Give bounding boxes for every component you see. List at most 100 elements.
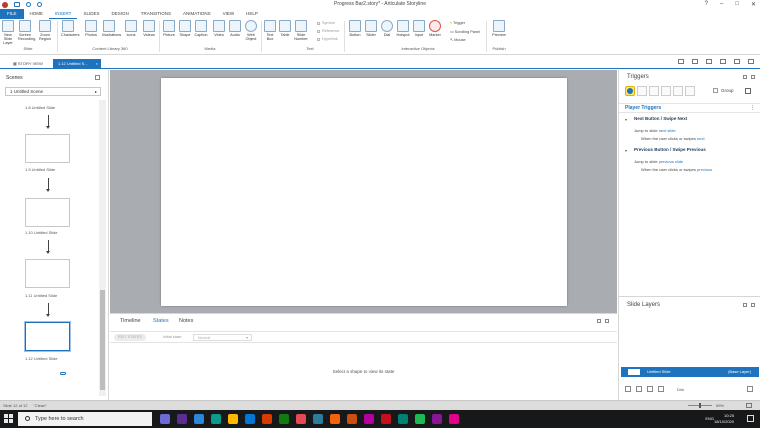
notifications-icon[interactable] bbox=[747, 415, 754, 422]
icons-button[interactable]: Icons bbox=[124, 20, 138, 37]
base-layer-row[interactable]: Untitled Slide (Base Layer) bbox=[621, 367, 759, 377]
layer-settings-icon[interactable] bbox=[747, 386, 753, 392]
minimize-button[interactable]: – bbox=[720, 1, 723, 8]
slide-thumbnail[interactable] bbox=[25, 259, 70, 288]
trigger-action[interactable]: Jump to slide previous slide bbox=[634, 159, 683, 164]
layout-icon[interactable] bbox=[678, 59, 684, 64]
taskbar-app-icon[interactable] bbox=[211, 414, 221, 424]
tab-insert[interactable]: INSERT bbox=[49, 9, 78, 19]
windows-start-icon[interactable] bbox=[4, 414, 13, 423]
taskbar-app-icon[interactable] bbox=[194, 414, 204, 424]
slide-canvas[interactable] bbox=[161, 78, 567, 306]
trigger-title[interactable]: Previous Button / Swipe Previous bbox=[634, 147, 706, 152]
taskbar-app-icon[interactable] bbox=[228, 414, 238, 424]
fullscreen-icon[interactable] bbox=[748, 59, 754, 64]
audio-button[interactable]: Audio bbox=[228, 20, 242, 37]
edit-states-button[interactable]: EDIT STATES bbox=[114, 334, 146, 341]
eye-icon[interactable] bbox=[658, 386, 664, 392]
hotspot-button[interactable]: Hotspot bbox=[396, 20, 410, 37]
panel-pin-icon[interactable] bbox=[95, 75, 100, 80]
symbol-button[interactable]: Symbol bbox=[317, 21, 335, 25]
mouse-button[interactable]: ↖ Mouse bbox=[450, 37, 466, 42]
tab-file[interactable]: FILE bbox=[0, 9, 24, 19]
maximize-button[interactable]: □ bbox=[735, 1, 739, 8]
restore-panel-icon[interactable] bbox=[597, 319, 601, 323]
collapse-icon[interactable]: ▾ bbox=[625, 117, 627, 122]
tab-view[interactable]: VIEW bbox=[217, 9, 241, 19]
zoom-slider[interactable] bbox=[688, 403, 712, 408]
taskbar-app-icon[interactable] bbox=[160, 414, 170, 424]
taskbar-app-icon[interactable] bbox=[415, 414, 425, 424]
taskbar-app-icon[interactable] bbox=[330, 414, 340, 424]
restore-panel-icon[interactable] bbox=[743, 75, 747, 79]
copy-icon[interactable] bbox=[649, 86, 659, 96]
initial-state-dropdown[interactable]: Normal ▾ bbox=[193, 334, 252, 341]
trigger-settings-icon[interactable] bbox=[745, 88, 751, 94]
screen-recording-button[interactable]: Screen Recording bbox=[18, 20, 35, 41]
tab-transitions[interactable]: TRANSITIONS bbox=[135, 9, 177, 19]
language-indicator[interactable]: ENG bbox=[705, 416, 714, 421]
web-object-button[interactable]: Web Object bbox=[244, 20, 258, 41]
dial-button[interactable]: Dial bbox=[380, 20, 394, 37]
tab-home[interactable]: HOME bbox=[24, 9, 50, 19]
taskbar-search[interactable]: Type here to search bbox=[18, 412, 152, 426]
slide-thumbnail-selected[interactable] bbox=[25, 322, 70, 351]
preview-button[interactable]: Preview bbox=[492, 20, 506, 37]
table-button[interactable]: Table bbox=[278, 20, 292, 37]
slide-thumbnail[interactable] bbox=[25, 198, 70, 227]
illustrations-button[interactable]: Illustrations bbox=[102, 20, 121, 37]
player-triggers-section[interactable]: Player Triggers ⋮ bbox=[619, 103, 760, 113]
tab-notes[interactable]: Notes bbox=[179, 318, 193, 324]
taskbar-app-icon[interactable] bbox=[381, 414, 391, 424]
picture-button[interactable]: Picture bbox=[162, 20, 176, 37]
taskbar-app-icon[interactable] bbox=[262, 414, 272, 424]
group-checkbox[interactable]: Group bbox=[713, 88, 734, 94]
taskbar-app-icon[interactable] bbox=[347, 414, 357, 424]
taskbar-app-icon[interactable] bbox=[364, 414, 374, 424]
delete-layer-icon[interactable] bbox=[647, 386, 653, 392]
paste-icon[interactable] bbox=[661, 86, 671, 96]
shape-button[interactable]: Shape bbox=[178, 20, 192, 37]
story-view-tab[interactable]: ▦ STORY VIEW bbox=[8, 59, 48, 69]
scrollbar-thumb[interactable] bbox=[100, 290, 105, 390]
help-button[interactable]: ? bbox=[705, 1, 708, 8]
reference-button[interactable]: Reference bbox=[317, 29, 340, 33]
slide-number-button[interactable]: Slide Number bbox=[294, 20, 308, 41]
trigger-condition[interactable]: When the user clicks or swipes next bbox=[641, 136, 705, 141]
slider-button[interactable]: Slider bbox=[364, 20, 378, 37]
new-layer-icon[interactable] bbox=[625, 386, 631, 392]
video-button[interactable]: Video bbox=[212, 20, 226, 37]
restore-panel-icon[interactable] bbox=[743, 303, 747, 307]
clock[interactable]: 10:25 18/10/2020 bbox=[714, 413, 734, 424]
trigger-button[interactable]: ϟ Trigger bbox=[450, 21, 465, 25]
taskbar-app-icon[interactable] bbox=[313, 414, 323, 424]
photos-button[interactable]: Photos bbox=[84, 20, 98, 37]
close-button[interactable]: ✕ bbox=[751, 1, 756, 8]
duplicate-layer-icon[interactable] bbox=[636, 386, 642, 392]
trigger-action[interactable]: Jump to slide next slide bbox=[634, 128, 676, 133]
taskbar-app-icon[interactable] bbox=[296, 414, 306, 424]
player-icon[interactable] bbox=[692, 59, 698, 64]
button-insert-button[interactable]: Button bbox=[348, 20, 362, 37]
scene-dropdown[interactable]: 1 Untitled Scene ▸ bbox=[5, 87, 101, 96]
tab-design[interactable]: DESIGN bbox=[105, 9, 134, 19]
close-tab-icon[interactable]: × bbox=[96, 59, 98, 69]
fit-to-window-icon[interactable] bbox=[746, 403, 752, 408]
taskbar-app-icon[interactable] bbox=[398, 414, 408, 424]
taskbar-app-icon[interactable] bbox=[279, 414, 289, 424]
tab-animations[interactable]: ANIMATIONS bbox=[177, 9, 217, 19]
tab-timeline[interactable]: Timeline bbox=[120, 318, 141, 324]
maximize-panel-icon[interactable] bbox=[605, 319, 609, 323]
videos-button[interactable]: Videos bbox=[142, 20, 156, 37]
panel-icon[interactable] bbox=[734, 59, 740, 64]
trigger-condition[interactable]: When the user clicks or swipes previous bbox=[641, 167, 712, 172]
slide-thumbnail[interactable] bbox=[25, 134, 70, 163]
maximize-panel-icon[interactable] bbox=[751, 75, 755, 79]
tab-slides[interactable]: SLIDES bbox=[77, 9, 105, 19]
marker-button[interactable]: Marker bbox=[428, 20, 442, 37]
scrolling-panel-button[interactable]: ▭ Scrolling Panel bbox=[450, 29, 480, 34]
caption-button[interactable]: Caption bbox=[194, 20, 208, 37]
taskbar-app-icon[interactable] bbox=[177, 414, 187, 424]
text-box-button[interactable]: Text Box bbox=[263, 20, 277, 41]
dim-label[interactable]: Dim bbox=[677, 387, 684, 392]
